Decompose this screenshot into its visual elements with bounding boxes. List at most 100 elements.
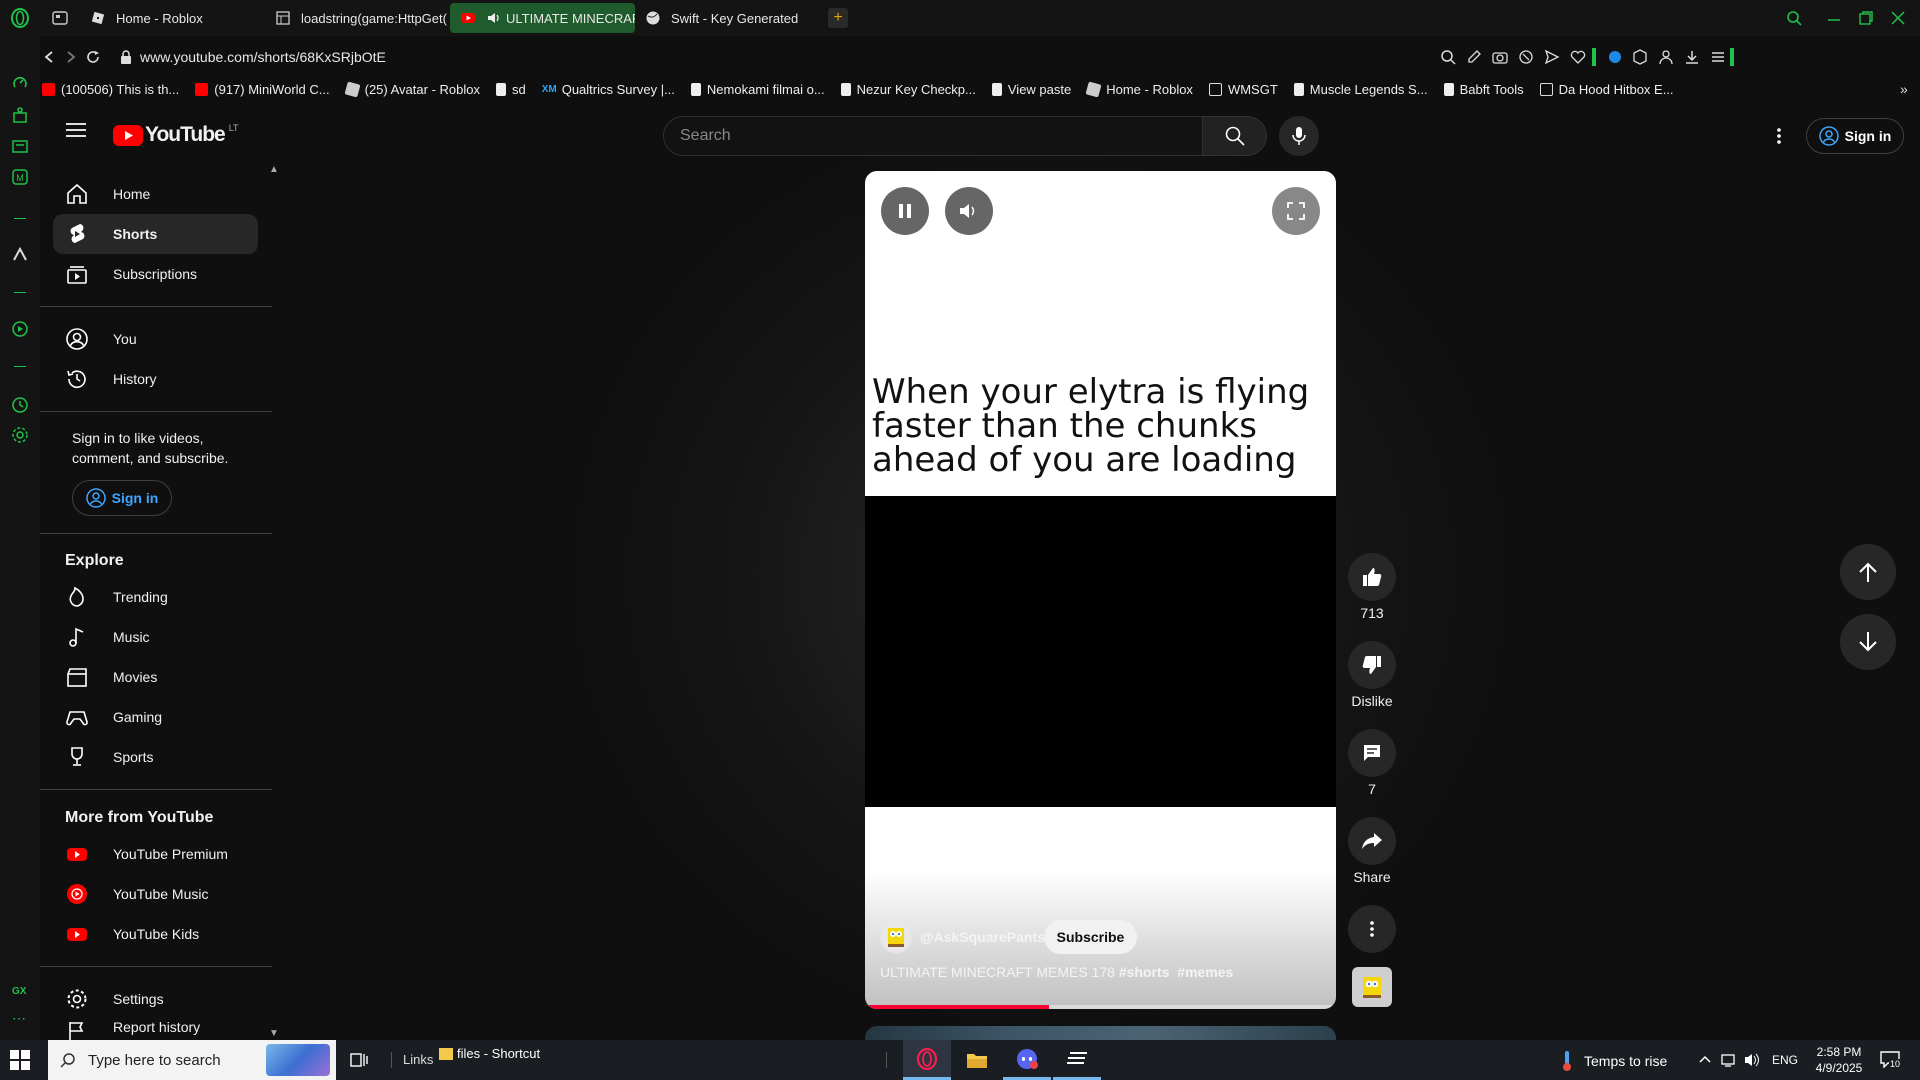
- sidebar-item-home[interactable]: Home: [53, 174, 258, 214]
- video-title[interactable]: ULTIMATE MINECRAFT MEMES 178 #shorts #me…: [880, 964, 1233, 980]
- volume-button[interactable]: [945, 187, 993, 235]
- speaker-icon[interactable]: [486, 10, 502, 26]
- sidebar-scroll-down-icon[interactable]: ▼: [269, 1028, 279, 1039]
- twitch-icon[interactable]: [11, 138, 29, 156]
- tab-home-roblox[interactable]: Home - Roblox: [80, 3, 265, 33]
- easy-setup-icon[interactable]: [1710, 49, 1730, 65]
- like-button[interactable]: [1348, 553, 1396, 601]
- bookmark-item[interactable]: Nemokami filmai o...: [690, 82, 825, 97]
- pause-button[interactable]: [881, 187, 929, 235]
- bookmark-item[interactable]: View paste: [991, 82, 1071, 97]
- taskbar-app[interactable]: [1053, 1040, 1101, 1080]
- volume-tray-icon[interactable]: [1744, 1052, 1762, 1068]
- sidebar-item-subscriptions[interactable]: Subscriptions: [53, 254, 258, 294]
- sidebar-item-premium[interactable]: YouTube Premium: [53, 834, 258, 874]
- sidebar-item-sports[interactable]: Sports: [53, 737, 258, 777]
- short-video-player[interactable]: When your elytra is flying faster than t…: [865, 171, 1336, 1009]
- sidebar-item-you[interactable]: You: [53, 319, 258, 359]
- bookmark-item[interactable]: Babft Tools: [1443, 82, 1524, 97]
- opera-logo-icon[interactable]: [0, 0, 40, 36]
- previous-short-button[interactable]: [1840, 544, 1896, 600]
- bookmark-item[interactable]: Da Hood Hitbox E...: [1539, 82, 1674, 97]
- tab-swift-key[interactable]: Swift - Key Generated: [635, 3, 820, 33]
- voice-search-button[interactable]: [1279, 116, 1319, 156]
- close-window-icon[interactable]: [1890, 10, 1920, 26]
- zoom-icon[interactable]: [1440, 49, 1466, 65]
- dislike-button[interactable]: [1348, 641, 1396, 689]
- bookmark-folder[interactable]: WMSGT: [1208, 82, 1278, 97]
- weather-widget[interactable]: Temps to rise: [1560, 1050, 1667, 1072]
- more-icon[interactable]: ⋯: [12, 1010, 26, 1027]
- comments-button[interactable]: [1348, 729, 1396, 777]
- forward-icon[interactable]: [64, 50, 86, 64]
- download-icon[interactable]: [1684, 49, 1710, 65]
- sound-source-thumbnail[interactable]: [1352, 967, 1392, 1007]
- tab-workspaces-icon[interactable]: [40, 3, 80, 33]
- taskbar-search-box[interactable]: Type here to search: [48, 1040, 336, 1080]
- next-short-preview[interactable]: [865, 1026, 1336, 1040]
- network-icon[interactable]: [1720, 1052, 1736, 1068]
- maximize-window-icon[interactable]: [1858, 10, 1890, 26]
- new-tab-button[interactable]: +: [828, 8, 848, 28]
- bookmark-item[interactable]: (100506) This is th...: [42, 82, 179, 97]
- notification-center[interactable]: 10: [1880, 1050, 1904, 1070]
- history-clock-icon[interactable]: [11, 396, 29, 414]
- ai-aria-icon[interactable]: [11, 246, 29, 264]
- hashtag-shorts[interactable]: #shorts: [1119, 964, 1170, 980]
- sidebar-item-trending[interactable]: Trending: [53, 577, 258, 617]
- sidebar-item-gaming[interactable]: Gaming: [53, 697, 258, 737]
- channel-avatar[interactable]: [880, 921, 912, 953]
- edit-page-icon[interactable]: [1466, 49, 1492, 65]
- tab-loadstring[interactable]: loadstring(game:HttpGet(: [265, 3, 450, 33]
- back-icon[interactable]: [42, 50, 64, 64]
- bookmark-item[interactable]: (917) MiniWorld C...: [195, 82, 330, 97]
- search-box[interactable]: Search: [663, 116, 1203, 156]
- start-button[interactable]: [10, 1050, 32, 1072]
- sidebar-item-movies[interactable]: Movies: [53, 657, 258, 697]
- next-short-button[interactable]: [1840, 614, 1896, 670]
- heart-icon[interactable]: [1570, 49, 1592, 65]
- bookmark-item[interactable]: Nezur Key Checkp...: [840, 82, 976, 97]
- files-shortcut[interactable]: files - Shortcut: [439, 1046, 540, 1061]
- send-icon[interactable]: [1544, 49, 1570, 65]
- search-tabs-icon[interactable]: [1786, 10, 1826, 26]
- player-icon[interactable]: [11, 320, 29, 338]
- settings-menu-icon[interactable]: [1769, 124, 1789, 148]
- bookmark-item[interactable]: Home - Roblox: [1085, 81, 1193, 97]
- sidebar-item-youtube-kids[interactable]: YouTube Kids: [53, 914, 258, 954]
- bookmark-item[interactable]: Muscle Legends S...: [1293, 82, 1428, 97]
- search-button[interactable]: [1203, 116, 1267, 156]
- fullscreen-button[interactable]: [1272, 187, 1320, 235]
- bookmark-item[interactable]: (25) Avatar - Roblox: [344, 81, 480, 97]
- taskbar-file-explorer[interactable]: [953, 1040, 1001, 1080]
- taskbar-discord[interactable]: [1003, 1040, 1051, 1080]
- sidebar-item-shorts[interactable]: Shorts: [53, 214, 258, 254]
- channel-handle[interactable]: @AskSquarePants: [920, 929, 1045, 945]
- extensions-cube-icon[interactable]: [1632, 49, 1658, 65]
- share-button[interactable]: [1348, 817, 1396, 865]
- subscribe-button[interactable]: Subscribe: [1044, 920, 1137, 954]
- sidebar-sign-in-button[interactable]: Sign in: [72, 480, 172, 516]
- taskbar-opera-gx[interactable]: [903, 1040, 951, 1080]
- more-actions-button[interactable]: [1348, 905, 1396, 953]
- sidebar-item-report-history[interactable]: Report history: [53, 1019, 258, 1040]
- sidebar-item-youtube-music[interactable]: YouTube Music: [53, 874, 258, 914]
- sidebar-item-settings[interactable]: Settings: [53, 979, 258, 1019]
- bookmark-item[interactable]: XM Qualtrics Survey |...: [542, 82, 675, 97]
- profile-icon[interactable]: [1658, 49, 1684, 65]
- sidebar-item-history[interactable]: History: [53, 359, 258, 399]
- minimize-window-icon[interactable]: [1826, 10, 1858, 26]
- progress-track[interactable]: [865, 1005, 1336, 1009]
- reload-icon[interactable]: [86, 50, 114, 64]
- bookmark-item[interactable]: sd: [495, 82, 526, 97]
- clock[interactable]: 2:58 PM 4/9/2025: [1808, 1044, 1870, 1076]
- url-field[interactable]: www.youtube.com/shorts/68KxSRjbOtE: [140, 49, 1440, 65]
- extension-blue-icon[interactable]: [1608, 50, 1632, 64]
- gx-corner-icon[interactable]: [11, 106, 29, 124]
- sidebar-item-music[interactable]: Music: [53, 617, 258, 657]
- snapshot-icon[interactable]: [1492, 49, 1518, 65]
- task-view-icon[interactable]: [350, 1051, 370, 1069]
- input-language[interactable]: ENG: [1772, 1053, 1798, 1067]
- lock-icon[interactable]: [120, 50, 140, 64]
- tab-ultimate-minecraft[interactable]: ULTIMATE MINECRAF: [450, 3, 635, 33]
